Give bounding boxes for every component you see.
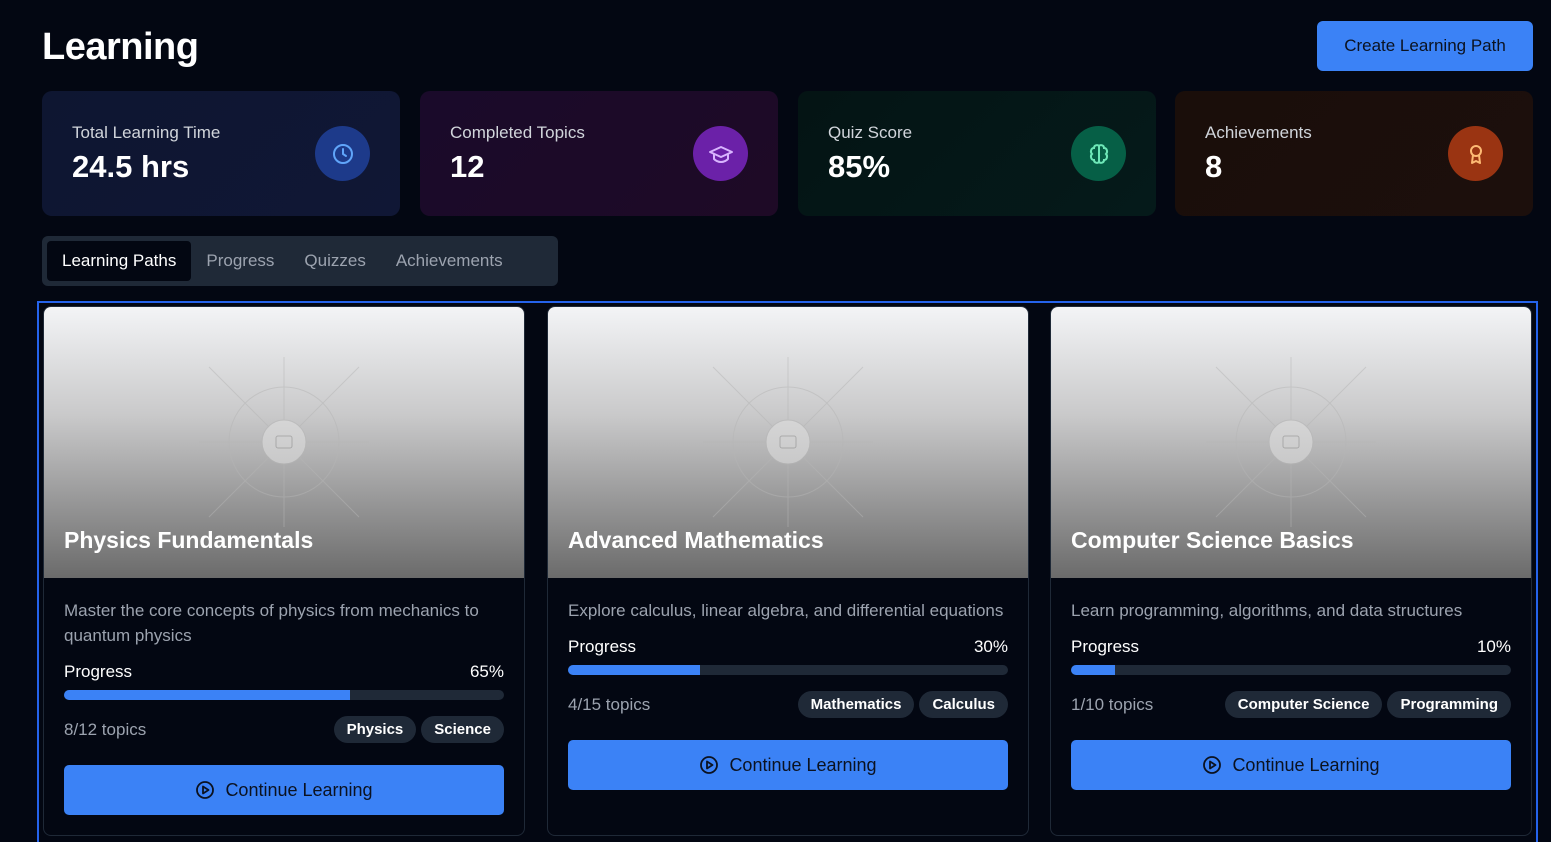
tag-badge: Computer Science xyxy=(1224,691,1383,718)
card-title: Advanced Mathematics xyxy=(568,527,824,553)
tag-badge: Mathematics xyxy=(797,691,915,718)
image-placeholder-icon xyxy=(703,357,873,527)
stat-card-achievements: Achievements 8 xyxy=(1175,91,1533,216)
tab-achievements[interactable]: Achievements xyxy=(381,241,518,281)
tag-badge: Physics xyxy=(333,716,417,743)
card-description: Learn programming, algorithms, and data … xyxy=(1071,601,1463,620)
image-placeholder-icon xyxy=(199,357,369,527)
graduation-cap-icon xyxy=(693,126,748,181)
topics-count: 4/15 topics xyxy=(568,694,651,714)
tag-list: Computer Science Programming xyxy=(1224,691,1511,718)
learning-path-card-mathematics: Advanced Mathematics Explore calculus, l… xyxy=(547,306,1029,836)
image-placeholder-icon xyxy=(1206,357,1376,527)
progress-bar xyxy=(1071,665,1511,675)
continue-learning-button[interactable]: Continue Learning xyxy=(64,765,504,815)
tab-quizzes[interactable]: Quizzes xyxy=(289,241,380,281)
card-description: Master the core concepts of physics from… xyxy=(64,601,479,645)
continue-learning-label: Continue Learning xyxy=(225,779,373,800)
progress-bar xyxy=(568,665,1008,675)
progress-bar xyxy=(64,690,504,700)
award-icon xyxy=(1448,126,1503,181)
create-learning-path-button[interactable]: Create Learning Path xyxy=(1317,21,1533,71)
stat-card-quiz-score: Quiz Score 85% xyxy=(798,91,1156,216)
progress-fill xyxy=(64,690,350,700)
card-title: Physics Fundamentals xyxy=(64,527,314,553)
tag-list: Physics Science xyxy=(333,716,504,743)
brain-icon xyxy=(1071,126,1126,181)
card-description: Explore calculus, linear algebra, and di… xyxy=(568,601,1004,620)
continue-learning-label: Continue Learning xyxy=(729,754,877,775)
tag-badge: Calculus xyxy=(919,691,1008,718)
progress-label: Progress xyxy=(64,662,133,681)
progress-percent: 10% xyxy=(1476,637,1511,656)
card-title: Computer Science Basics xyxy=(1071,527,1354,553)
topics-count: 8/12 topics xyxy=(64,719,147,739)
tab-progress[interactable]: Progress xyxy=(191,241,289,281)
progress-percent: 30% xyxy=(973,637,1008,656)
continue-learning-label: Continue Learning xyxy=(1232,754,1380,775)
tag-badge: Programming xyxy=(1387,691,1511,718)
card-cover-image: Advanced Mathematics xyxy=(548,307,1028,578)
tag-list: Mathematics Calculus xyxy=(797,691,1008,718)
card-cover-image: Physics Fundamentals xyxy=(44,307,524,578)
continue-learning-button[interactable]: Continue Learning xyxy=(1071,740,1511,790)
tab-learning-paths[interactable]: Learning Paths xyxy=(47,241,192,281)
topics-count: 1/10 topics xyxy=(1071,694,1154,714)
progress-percent: 65% xyxy=(469,662,504,681)
play-circle-icon xyxy=(700,756,719,774)
tab-bar: Learning Paths Progress Quizzes Achievem… xyxy=(42,236,558,286)
learning-path-card-computer-science: Computer Science Basics Learn programmin… xyxy=(1050,306,1532,836)
learning-page: Learning Create Learning Path Total Lear… xyxy=(0,0,1551,842)
stat-card-learning-time: Total Learning Time 24.5 hrs xyxy=(42,91,400,216)
progress-label: Progress xyxy=(568,637,637,656)
page-title: Learning xyxy=(42,26,199,68)
progress-fill xyxy=(1071,665,1115,675)
progress-fill xyxy=(568,665,700,675)
stat-card-completed-topics: Completed Topics 12 xyxy=(420,91,778,216)
progress-label: Progress xyxy=(1071,637,1140,656)
play-circle-icon xyxy=(196,781,215,799)
tag-badge: Science xyxy=(421,716,504,743)
clock-icon xyxy=(315,126,370,181)
learning-path-card-physics: Physics Fundamentals Master the core con… xyxy=(43,306,525,836)
card-cover-image: Computer Science Basics xyxy=(1051,307,1531,578)
play-circle-icon xyxy=(1203,756,1222,774)
continue-learning-button[interactable]: Continue Learning xyxy=(568,740,1008,790)
stats-row: Total Learning Time 24.5 hrs Completed T… xyxy=(42,91,1533,216)
